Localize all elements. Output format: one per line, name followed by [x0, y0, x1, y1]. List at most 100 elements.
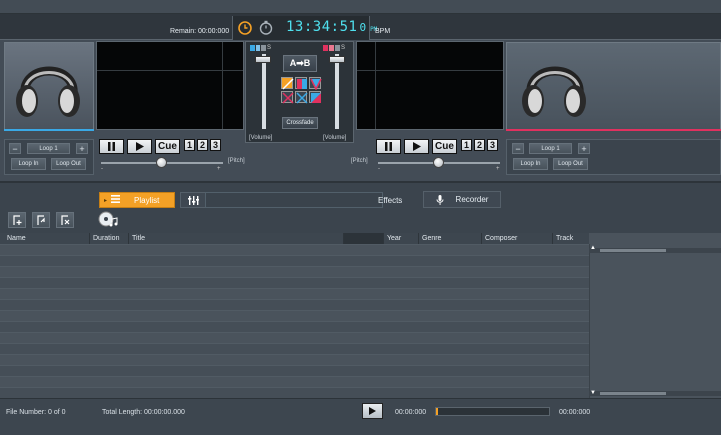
column-genre[interactable]: Genre	[419, 233, 482, 244]
table-row[interactable]	[0, 266, 589, 277]
table-row[interactable]	[0, 244, 589, 255]
column-name[interactable]: Name	[4, 233, 90, 244]
volume-left-label: [Volume]	[249, 135, 273, 141]
table-row[interactable]	[0, 277, 589, 288]
left-meter-s: S	[266, 45, 271, 51]
deck-left-play-button[interactable]	[127, 139, 152, 154]
scroll-down-thumb[interactable]	[600, 392, 666, 395]
deck-right-loop-out[interactable]: Loop Out	[553, 158, 588, 170]
deck-right-play-button[interactable]	[404, 139, 429, 154]
deck-right-loop-minus[interactable]: −	[512, 143, 524, 154]
fx-grid	[281, 77, 322, 111]
tab-mixer[interactable]	[180, 192, 206, 208]
table-row[interactable]	[0, 365, 589, 376]
deck-left-loop-minus[interactable]: −	[9, 143, 21, 154]
column-year[interactable]: Year	[384, 233, 419, 244]
title-bar	[0, 0, 721, 14]
deck-right-waveform-divider	[375, 42, 376, 129]
clock-tenths: 0	[359, 21, 367, 34]
deck-left-loop-plus[interactable]: +	[76, 143, 88, 154]
headphones-icon	[522, 66, 586, 117]
deck-right-accent-line	[506, 129, 721, 131]
pause-icon	[108, 142, 115, 151]
preview-play-button[interactable]	[362, 403, 383, 419]
deck-left-hotcue-1[interactable]: 1	[184, 139, 195, 151]
deck-right-pitch-minus: -	[378, 166, 380, 172]
ab-button[interactable]: A➡B	[283, 55, 317, 72]
table-row[interactable]	[0, 354, 589, 365]
deck-left-pitch-label: [Pitch]	[228, 158, 245, 164]
volume-right-slider[interactable]	[329, 56, 345, 63]
table-row[interactable]	[0, 288, 589, 299]
tab-recorder[interactable]: Recorder	[423, 191, 501, 208]
deck-left-pause-button[interactable]	[99, 139, 124, 154]
table-row[interactable]	[0, 376, 589, 387]
table-row[interactable]	[0, 255, 589, 266]
list-icon	[111, 195, 121, 205]
remove-file-button[interactable]	[56, 212, 74, 228]
deck-right-loop-plus[interactable]: +	[578, 143, 590, 154]
deck-left-loop-out[interactable]: Loop Out	[51, 158, 86, 170]
fx-cross-blue-icon[interactable]	[295, 91, 308, 104]
column-title[interactable]: Title	[129, 233, 344, 244]
fx-corner-icon[interactable]	[309, 91, 321, 103]
table-row[interactable]	[0, 343, 589, 354]
column-composer[interactable]: Composer	[482, 233, 553, 244]
deck-left-hotcue-2[interactable]: 2	[197, 139, 208, 151]
deck-right-hotcue-2[interactable]: 2	[474, 139, 485, 151]
fx-split-icon[interactable]	[295, 77, 307, 89]
deck-left-pitch-knob[interactable]	[156, 157, 167, 168]
column-sorted[interactable]	[344, 233, 384, 244]
table-row[interactable]	[0, 387, 589, 398]
microphone-icon	[436, 194, 444, 205]
scroll-up-thumb[interactable]	[600, 249, 666, 252]
chevron-right-icon: ▸	[104, 197, 108, 204]
deck-right-pause-button[interactable]	[376, 139, 401, 154]
clock-display: 13:34:51 0 PM	[286, 19, 377, 35]
deck-right-cue-button[interactable]: Cue	[432, 139, 457, 154]
tab-playlist[interactable]: ▸ Playlist	[99, 192, 175, 208]
add-file-button[interactable]	[8, 212, 26, 228]
crossfade-button[interactable]: Crossfade	[282, 117, 318, 129]
equalizer-icon	[187, 195, 199, 205]
table-row[interactable]	[0, 299, 589, 310]
column-track[interactable]: Track	[553, 233, 589, 244]
deck-left-loop-in[interactable]: Loop In	[11, 158, 46, 170]
deck-left-pitch-plus: +	[217, 166, 221, 172]
fx-v-icon[interactable]	[309, 77, 322, 91]
deck-left-loop-label: Loop 1	[27, 143, 70, 154]
deck-right-waveform-divider	[357, 70, 503, 71]
play-icon	[136, 142, 144, 151]
deck-right-pitch-knob[interactable]	[433, 157, 444, 168]
scroll-down-icon[interactable]: ▼	[590, 390, 596, 396]
add-folder-button[interactable]	[32, 212, 50, 228]
deck-left-hotcue-3[interactable]: 3	[210, 139, 221, 151]
deck-right-waveform[interactable]	[356, 41, 504, 130]
fx-diagonal-orange-icon[interactable]	[281, 77, 294, 90]
total-length: Total Length: 00:00:00.000	[102, 409, 185, 416]
status-bar	[0, 398, 721, 435]
clock-icon[interactable]	[238, 21, 252, 35]
deck-right-pitch-plus: +	[496, 166, 500, 172]
cd-ripper-button[interactable]	[98, 211, 120, 229]
right-meter-icon: S	[323, 45, 348, 52]
fx-cross-icon[interactable]	[281, 91, 294, 104]
deck-left-cue-button[interactable]: Cue	[155, 139, 180, 154]
preview-progress[interactable]	[435, 407, 550, 416]
table-row[interactable]	[0, 310, 589, 321]
volume-left-slider[interactable]	[255, 56, 271, 63]
deck-left-waveform-divider	[222, 42, 223, 129]
deck-right-hotcue-1[interactable]: 1	[461, 139, 472, 151]
column-duration[interactable]: Duration	[90, 233, 129, 244]
table-row[interactable]	[0, 321, 589, 332]
bpm-label: BPM	[375, 28, 391, 35]
table-row[interactable]	[0, 332, 589, 343]
tab-recorder-label: Recorder	[455, 195, 489, 204]
stopwatch-icon[interactable]	[259, 20, 273, 35]
deck-right-loop-in[interactable]: Loop In	[513, 158, 548, 170]
tab-effects[interactable]: Effects	[378, 196, 402, 205]
left-meter-icon: S	[250, 45, 271, 52]
tab-playlist-label: Playlist	[134, 195, 160, 205]
deck-right-hotcue-3[interactable]: 3	[487, 139, 498, 151]
scroll-up-icon[interactable]: ▲	[590, 245, 596, 251]
